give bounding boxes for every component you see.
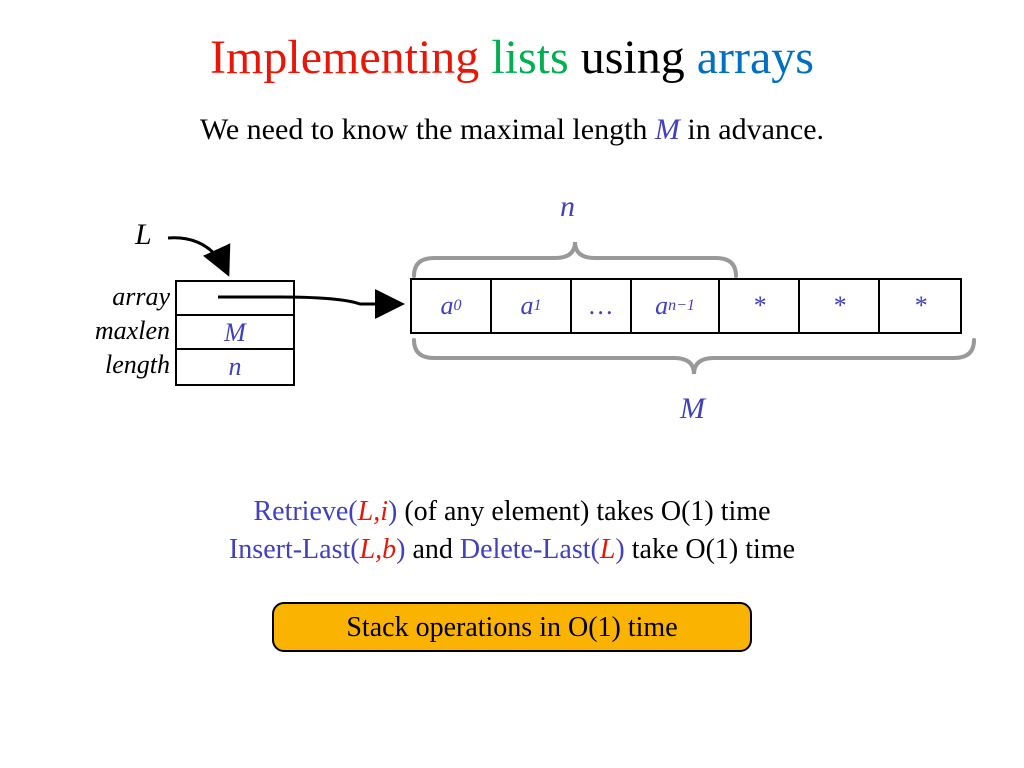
struct-array-value — [177, 282, 293, 316]
var-M: M — [655, 113, 680, 146]
brace-n-label: n — [560, 190, 575, 224]
array-cell-star-2: * — [800, 280, 880, 332]
brace-top-icon — [410, 238, 740, 278]
field-length-label: length — [90, 348, 170, 382]
struct-maxlen-value: M — [177, 316, 293, 350]
diagram: L array maxlen length M n a0 a1 … an−1 *… — [0, 180, 1024, 460]
struct-length-value: n — [177, 350, 293, 384]
subtitle: We need to know the maximal length M in … — [0, 113, 1024, 147]
array-cell-0: a0 — [412, 280, 492, 332]
slide-title: Implementing lists using arrays — [0, 0, 1024, 85]
stack-callout: Stack operations in O(1) time — [272, 602, 752, 652]
array-cell-star-1: * — [720, 280, 800, 332]
array-cell-1: a1 — [492, 280, 572, 332]
array-cell-n1: an−1 — [632, 280, 720, 332]
array-cell-dots: … — [572, 280, 632, 332]
line-retrieve: Retrieve(L,i) (of any element) takes O(1… — [0, 496, 1024, 528]
array-box: a0 a1 … an−1 * * * — [410, 278, 962, 334]
brace-M-label: M — [680, 392, 705, 426]
title-word-2: lists — [491, 31, 568, 84]
complexity-lines: Retrieve(L,i) (of any element) takes O(1… — [0, 490, 1024, 572]
line-insert-delete: Insert-Last(L,b) and Delete-Last(L) take… — [0, 534, 1024, 566]
field-maxlen-label: maxlen — [90, 314, 170, 348]
array-cell-star-3: * — [880, 280, 960, 332]
title-word-4: arrays — [697, 31, 814, 84]
pointer-L-label: L — [135, 218, 152, 252]
title-word-3: using — [581, 31, 685, 84]
brace-bottom-icon — [410, 338, 978, 378]
field-array-label: array — [90, 280, 170, 314]
struct-field-labels: array maxlen length — [90, 280, 170, 382]
list-struct-box: M n — [175, 280, 295, 386]
title-word-1: Implementing — [210, 31, 479, 84]
